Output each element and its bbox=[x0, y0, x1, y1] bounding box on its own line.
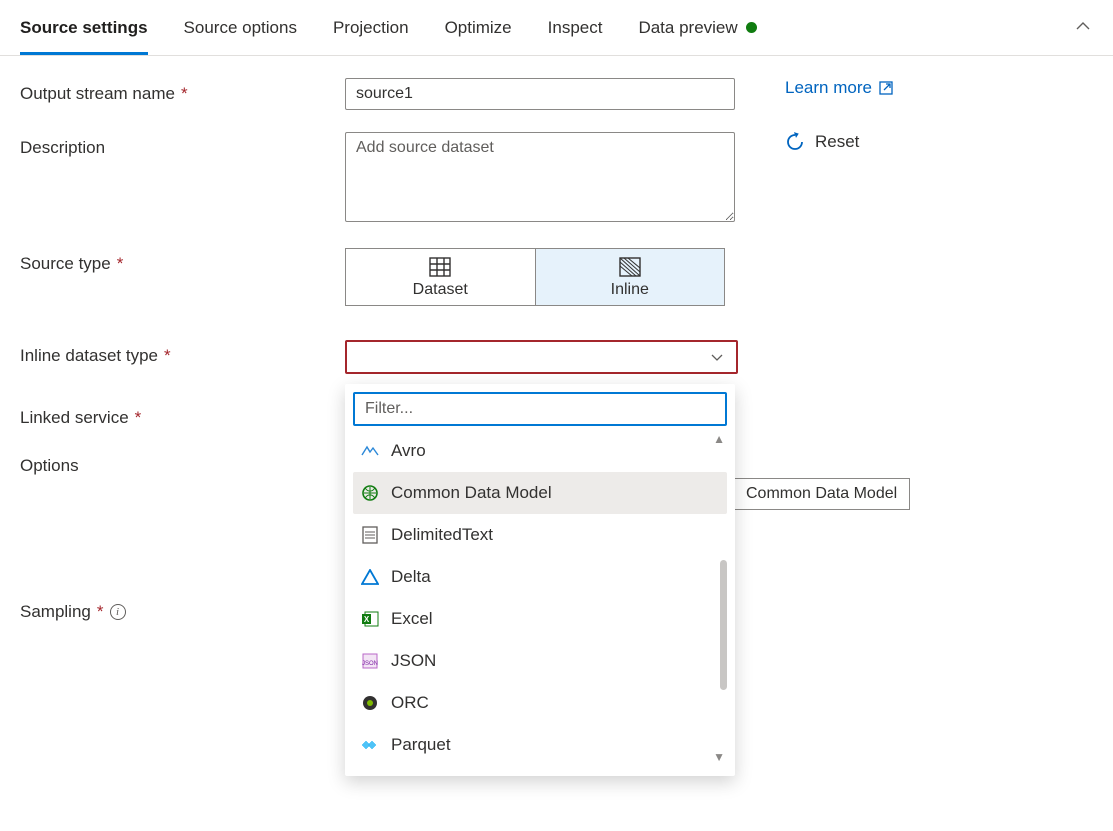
dataset-icon bbox=[429, 257, 451, 277]
scroll-up-arrow[interactable]: ▲ bbox=[713, 432, 725, 446]
dropdown-item-label: Avro bbox=[391, 441, 426, 461]
tab-inspect[interactable]: Inspect bbox=[548, 2, 603, 54]
label-text: Linked service bbox=[20, 408, 129, 428]
source-type-dataset[interactable]: Dataset bbox=[346, 249, 535, 305]
label-text: Sampling bbox=[20, 602, 91, 622]
chevron-up-icon bbox=[1075, 18, 1091, 34]
inline-dataset-type-combo[interactable] bbox=[345, 340, 738, 374]
link-text: Learn more bbox=[785, 78, 872, 98]
tab-label: Data preview bbox=[638, 18, 737, 38]
tab-optimize[interactable]: Optimize bbox=[445, 2, 512, 54]
svg-text:X: X bbox=[364, 615, 370, 624]
row-output-stream-name: Output stream name * Learn more bbox=[20, 78, 1093, 110]
required-marker: * bbox=[135, 408, 142, 428]
label-text: Output stream name bbox=[20, 84, 175, 104]
dropdown-item-label: Common Data Model bbox=[391, 483, 552, 503]
output-stream-name-input[interactable] bbox=[345, 78, 735, 110]
status-dot-icon bbox=[746, 22, 757, 33]
label-source-type: Source type * bbox=[20, 248, 345, 274]
learn-more-link[interactable]: Learn more bbox=[785, 78, 894, 98]
label-inline-dataset-type: Inline dataset type * bbox=[20, 340, 345, 366]
reset-icon bbox=[785, 132, 805, 152]
dropdown-item-label: Parquet bbox=[391, 735, 451, 755]
external-link-icon bbox=[878, 80, 894, 96]
source-type-inline[interactable]: Inline bbox=[535, 249, 725, 305]
delimited-icon bbox=[361, 526, 379, 544]
dropdown-item-label: Excel bbox=[391, 609, 433, 629]
seg-label: Inline bbox=[611, 281, 649, 299]
form-area: Output stream name * Learn more Descript… bbox=[0, 56, 1113, 666]
required-marker: * bbox=[164, 346, 171, 366]
scroll-down-arrow[interactable]: ▼ bbox=[713, 750, 725, 764]
reset-button[interactable]: Reset bbox=[785, 132, 859, 152]
dropdown-scrollbar[interactable] bbox=[720, 560, 727, 690]
dropdown-list: ▲ Avro Common Data Model DelimitedText bbox=[353, 430, 727, 766]
label-text: Options bbox=[20, 456, 79, 476]
required-marker: * bbox=[97, 602, 104, 622]
label-linked-service: Linked service * bbox=[20, 402, 345, 428]
tab-label: Source settings bbox=[20, 18, 148, 38]
tab-label: Projection bbox=[333, 18, 409, 38]
tooltip-text: Common Data Model bbox=[746, 485, 897, 502]
tab-source-options[interactable]: Source options bbox=[184, 2, 297, 54]
tab-projection[interactable]: Projection bbox=[333, 2, 409, 54]
reset-label: Reset bbox=[815, 132, 859, 152]
dropdown-item-delta[interactable]: Delta bbox=[353, 556, 727, 598]
dropdown-item-avro[interactable]: Avro bbox=[353, 430, 727, 472]
dropdown-item-json[interactable]: JSON JSON bbox=[353, 640, 727, 682]
dropdown-item-delimitedtext[interactable]: DelimitedText bbox=[353, 514, 727, 556]
inline-icon bbox=[619, 257, 641, 277]
label-output-stream-name: Output stream name * bbox=[20, 78, 345, 104]
parquet-icon bbox=[361, 736, 379, 754]
row-inline-dataset-type: Inline dataset type * ▲ Avro Commo bbox=[20, 340, 1093, 374]
required-marker: * bbox=[181, 84, 188, 104]
tab-bar: Source settings Source options Projectio… bbox=[0, 0, 1113, 56]
label-options: Options bbox=[20, 450, 345, 476]
collapse-panel-button[interactable] bbox=[1075, 18, 1091, 38]
chevron-down-icon bbox=[710, 350, 724, 364]
tab-label: Inspect bbox=[548, 18, 603, 38]
label-text: Description bbox=[20, 138, 105, 158]
avro-icon bbox=[361, 442, 379, 460]
label-text: Inline dataset type bbox=[20, 346, 158, 366]
info-icon[interactable]: i bbox=[110, 604, 126, 620]
row-description: Description Reset bbox=[20, 132, 1093, 226]
dropdown-filter-input[interactable] bbox=[353, 392, 727, 426]
source-type-segmented: Dataset Inline bbox=[345, 248, 725, 306]
tab-label: Source options bbox=[184, 18, 297, 38]
dropdown-item-orc[interactable]: ORC bbox=[353, 682, 727, 724]
required-marker: * bbox=[117, 254, 124, 274]
json-icon: JSON bbox=[361, 652, 379, 670]
label-text: Source type bbox=[20, 254, 111, 274]
seg-label: Dataset bbox=[413, 281, 468, 299]
label-description: Description bbox=[20, 132, 345, 158]
orc-icon bbox=[361, 694, 379, 712]
dropdown-tooltip: Common Data Model bbox=[733, 478, 910, 510]
dropdown-item-label: Delta bbox=[391, 567, 431, 587]
dropdown-item-label: DelimitedText bbox=[391, 525, 493, 545]
tab-data-preview[interactable]: Data preview bbox=[638, 2, 756, 54]
svg-text:JSON: JSON bbox=[362, 661, 378, 667]
dropdown-item-label: ORC bbox=[391, 693, 429, 713]
description-input[interactable] bbox=[345, 132, 735, 222]
delta-icon bbox=[361, 568, 379, 586]
label-sampling: Sampling * i bbox=[20, 596, 345, 622]
row-source-type: Source type * Dataset bbox=[20, 248, 1093, 306]
tab-source-settings[interactable]: Source settings bbox=[20, 2, 148, 54]
dropdown-item-excel[interactable]: X Excel bbox=[353, 598, 727, 640]
dropdown-item-parquet[interactable]: Parquet bbox=[353, 724, 727, 766]
dropdown-item-common-data-model[interactable]: Common Data Model bbox=[353, 472, 727, 514]
inline-dataset-type-dropdown: ▲ Avro Common Data Model DelimitedText bbox=[345, 384, 735, 776]
tab-label: Optimize bbox=[445, 18, 512, 38]
dropdown-item-label: JSON bbox=[391, 651, 436, 671]
cdm-icon bbox=[361, 484, 379, 502]
excel-icon: X bbox=[361, 610, 379, 628]
